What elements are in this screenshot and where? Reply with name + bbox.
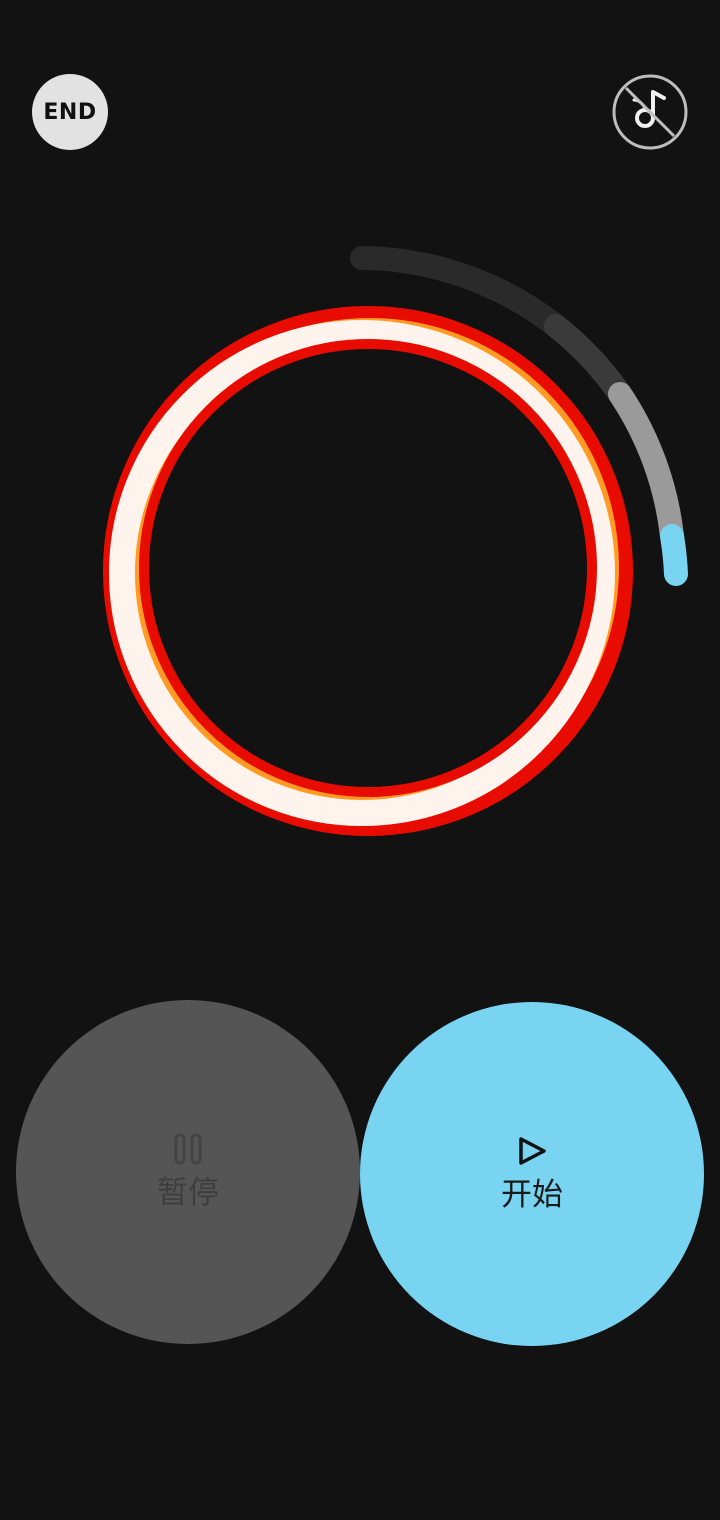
- start-button[interactable]: 开始: [360, 1002, 704, 1346]
- end-button[interactable]: END: [32, 74, 108, 150]
- pause-button-label: 暂停: [157, 1175, 219, 1211]
- end-button-label: END: [43, 99, 97, 125]
- music-off-icon: [612, 74, 688, 150]
- pause-button[interactable]: 暂停: [16, 1000, 360, 1344]
- start-button-label: 开始: [501, 1177, 563, 1213]
- breathing-timer-screen: END 暂停 开始: [0, 0, 720, 1520]
- play-icon: [519, 1137, 546, 1165]
- timer-ring-display: [103, 246, 688, 836]
- breathing-ring: [103, 306, 633, 836]
- music-toggle-button[interactable]: [612, 74, 688, 150]
- pause-icon: [174, 1133, 202, 1165]
